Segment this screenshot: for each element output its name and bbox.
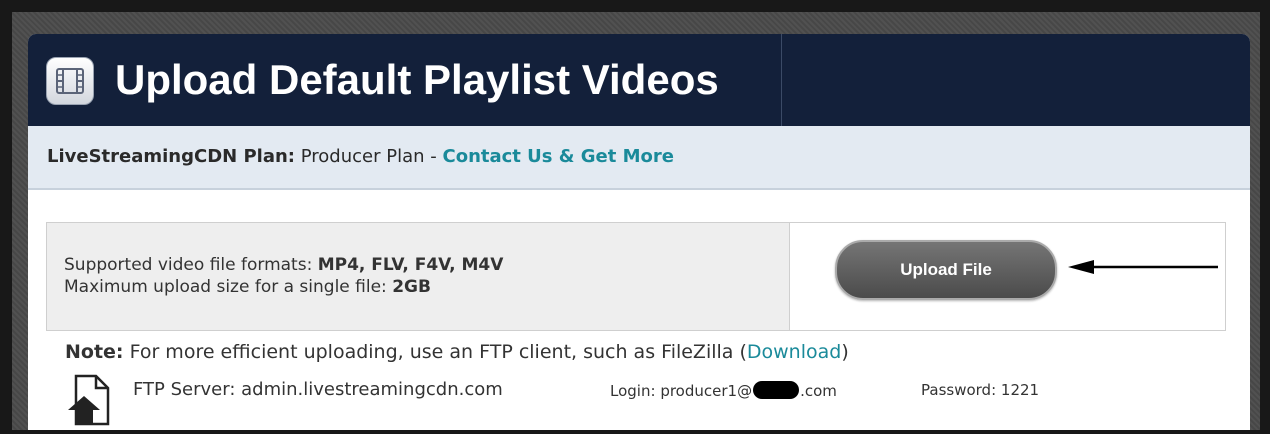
panel-header: Upload Default Playlist Videos [28, 34, 1250, 126]
max-size-value: 2GB [392, 277, 431, 297]
ftp-login: Login: producer1@ .com [610, 381, 837, 400]
ftp-login-label: Login: [610, 382, 656, 400]
upload-file-icon [68, 374, 110, 426]
upload-info-box: Supported video file formats: MP4, FLV, … [46, 222, 1226, 331]
plan-name: Producer Plan [300, 146, 425, 167]
note-label: Note: [65, 341, 124, 363]
format-info: Supported video file formats: MP4, FLV, … [47, 223, 790, 330]
ftp-login-prefix: producer1@ [660, 382, 753, 400]
ftp-login-suffix: .com [800, 382, 837, 400]
max-size-label: Maximum upload size for a single file: [64, 277, 387, 297]
upload-panel: Upload Default Playlist Videos LiveStrea… [28, 34, 1250, 430]
ftp-server: FTP Server: admin.livestreamingcdn.com [133, 379, 503, 400]
plan-info: LiveStreamingCDN Plan: Producer Plan - C… [47, 146, 674, 167]
plan-bar: LiveStreamingCDN Plan: Producer Plan - C… [28, 126, 1250, 190]
formats-label: Supported video file formats: [64, 255, 313, 275]
supported-formats-line: Supported video file formats: MP4, FLV, … [64, 255, 503, 275]
ftp-server-label: FTP Server: [133, 379, 236, 400]
arrow-left-icon [1068, 260, 1218, 274]
film-icon [46, 57, 94, 105]
window-frame: Upload Default Playlist Videos LiveStrea… [12, 12, 1260, 430]
upload-file-button[interactable]: Upload File [835, 240, 1057, 300]
note-text: For more efficient uploading, use an FTP… [129, 341, 747, 363]
ftp-password-value: 1221 [1000, 381, 1040, 399]
ftp-password: Password: 1221 [921, 381, 1039, 399]
contact-us-link[interactable]: Contact Us & Get More [443, 146, 674, 167]
plan-label: LiveStreamingCDN Plan: [47, 146, 296, 167]
page-title: Upload Default Playlist Videos [115, 56, 719, 103]
note-close: ) [841, 341, 849, 363]
ftp-server-value: admin.livestreamingcdn.com [241, 379, 503, 400]
filezilla-download-link[interactable]: Download [747, 341, 841, 363]
header-divider [781, 34, 782, 126]
ftp-password-label: Password: [921, 381, 997, 399]
formats-value: MP4, FLV, F4V, M4V [317, 255, 504, 275]
redaction-mark [753, 381, 800, 399]
plan-separator: - [430, 146, 437, 167]
ftp-note: Note: For more efficient uploading, use … [65, 341, 849, 363]
max-size-line: Maximum upload size for a single file: 2… [64, 277, 431, 297]
